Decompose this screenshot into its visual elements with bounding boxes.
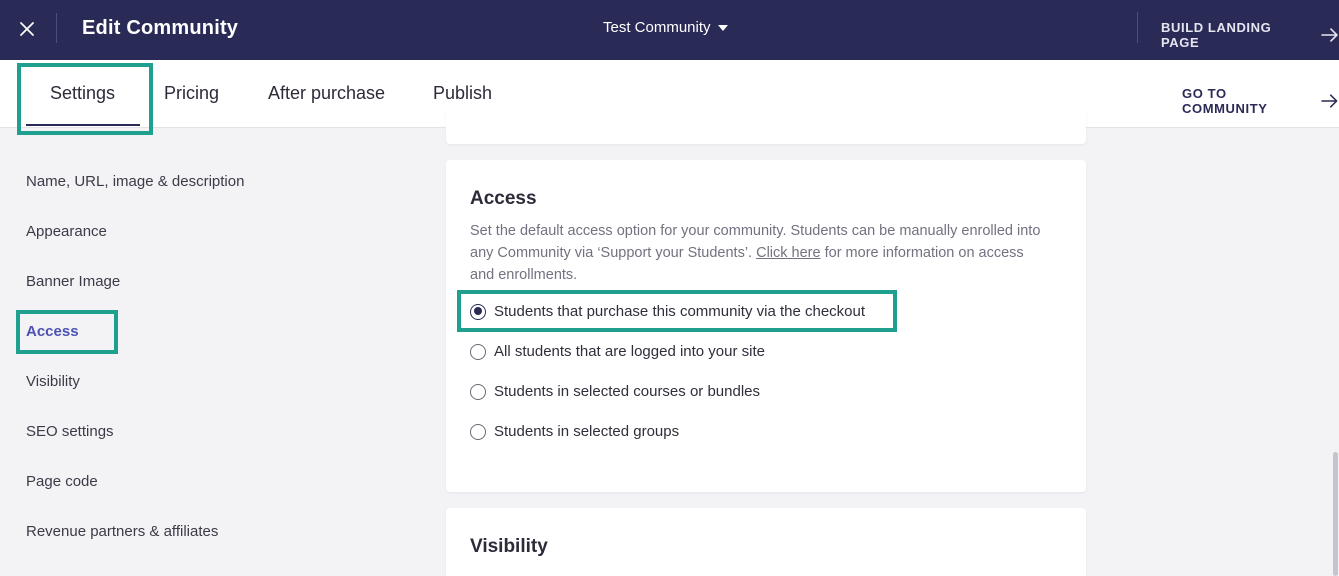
visibility-title: Visibility — [470, 536, 548, 557]
checkout-option-highlight — [457, 290, 897, 332]
build-landing-page-link[interactable]: BUILD LANDING PAGE — [1161, 20, 1339, 50]
sidebar-item-page-code[interactable]: Page code — [26, 473, 98, 490]
access-option-label: Students in selected groups — [494, 423, 680, 440]
access-description: Set the default access option for your c… — [470, 220, 1050, 286]
tab-after-purchase[interactable]: After purchase — [268, 83, 385, 104]
community-name: Test Community — [603, 19, 711, 36]
settings-tab-highlight — [17, 63, 153, 135]
click-here-link[interactable]: Click here — [756, 245, 820, 261]
sidebar-item-visibility[interactable]: Visibility — [26, 373, 80, 390]
arrow-right-icon — [1321, 28, 1338, 42]
page-title: Edit Community — [82, 17, 239, 39]
tab-pricing[interactable]: Pricing — [164, 83, 219, 104]
previous-section-card — [446, 110, 1086, 144]
sidebar-item-banner-image[interactable]: Banner Image — [26, 273, 120, 290]
access-option-courses-bundles[interactable]: Students in selected courses or bundles — [470, 383, 760, 400]
sidebar-item-seo-settings[interactable]: SEO settings — [26, 423, 114, 440]
build-landing-page-label: BUILD LANDING PAGE — [1161, 20, 1272, 50]
go-to-community-link[interactable]: GO TO COMMUNITY — [1182, 86, 1339, 116]
access-option-label: Students in selected courses or bundles — [494, 383, 760, 400]
tab-publish[interactable]: Publish — [433, 83, 492, 104]
top-divider — [56, 13, 57, 43]
top-divider-right — [1137, 12, 1138, 43]
access-title: Access — [470, 188, 537, 209]
caret-down-icon — [717, 24, 728, 31]
sidebar-item-name-url[interactable]: Name, URL, image & description — [26, 173, 244, 190]
arrow-right-icon — [1321, 94, 1338, 108]
visibility-card: Visibility — [446, 508, 1086, 576]
sidebar-item-appearance[interactable]: Appearance — [26, 223, 107, 240]
top-bar: Edit Community Test Community BUILD LAND… — [0, 0, 1339, 60]
radio-unselected[interactable] — [470, 343, 486, 360]
go-to-community-label: GO TO COMMUNITY — [1182, 86, 1268, 116]
radio-unselected[interactable] — [470, 383, 486, 400]
close-icon[interactable] — [14, 16, 40, 42]
access-sidebar-highlight — [16, 310, 118, 354]
sidebar-item-revenue-partners[interactable]: Revenue partners & affiliates — [26, 523, 218, 540]
scrollbar-thumb[interactable] — [1333, 452, 1338, 576]
access-option-label: All students that are logged into your s… — [494, 343, 765, 360]
access-option-logged-in[interactable]: All students that are logged into your s… — [470, 343, 765, 360]
access-option-groups[interactable]: Students in selected groups — [470, 423, 679, 440]
community-selector[interactable]: Test Community — [603, 19, 728, 36]
radio-unselected[interactable] — [470, 423, 486, 440]
